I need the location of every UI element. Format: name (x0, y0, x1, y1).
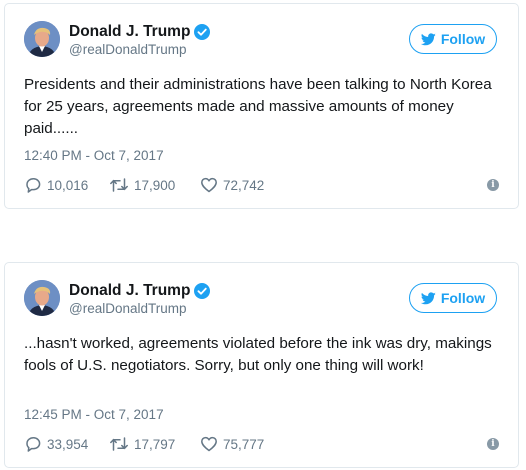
retweet-button[interactable]: 17,797 (109, 435, 175, 453)
timestamp[interactable]: 12:45 PM - Oct 7, 2017 (24, 407, 164, 422)
tweet-text: Presidents and their administrations hav… (24, 76, 492, 137)
reply-icon (26, 178, 41, 193)
author-block: Donald J. Trump @realDonaldTrump (69, 281, 211, 318)
retweet-count: 17,797 (134, 436, 176, 452)
twitter-bird-icon (420, 291, 436, 305)
retweet-icon (110, 178, 128, 192)
verified-badge-icon (194, 23, 211, 40)
like-count: 75,777 (223, 436, 265, 452)
verified-badge-icon (194, 282, 211, 299)
reply-count: 10,016 (47, 177, 89, 193)
user-handle[interactable]: @realDonaldTrump (69, 41, 210, 59)
retweet-icon (110, 437, 128, 451)
follow-label: Follow (440, 31, 486, 47)
reply-button[interactable]: 33,954 (24, 435, 88, 453)
follow-label: Follow (440, 290, 486, 306)
reply-icon (26, 437, 41, 452)
like-button[interactable]: 72,742 (200, 176, 264, 194)
avatar[interactable] (24, 280, 60, 316)
heart-icon (201, 177, 217, 193)
timestamp[interactable]: 12:40 PM - Oct 7, 2017 (24, 148, 164, 163)
retweet-count: 17,900 (134, 177, 176, 193)
like-button[interactable]: 75,777 (200, 435, 264, 453)
info-icon[interactable]: i (487, 438, 499, 450)
reply-count: 33,954 (47, 436, 89, 452)
tweet-text: ...hasn't worked, agreements violated be… (24, 335, 492, 374)
info-icon[interactable]: i (487, 179, 499, 191)
tweet-card: Donald J. Trump @realDonaldTrump Follow … (4, 3, 519, 209)
retweet-button[interactable]: 17,900 (109, 176, 175, 194)
like-count: 72,742 (223, 177, 265, 193)
display-name[interactable]: Donald J. Trump (69, 281, 190, 300)
reply-button[interactable]: 10,016 (24, 176, 88, 194)
follow-button[interactable]: Follow (409, 283, 497, 313)
avatar[interactable] (24, 21, 60, 57)
follow-button[interactable]: Follow (409, 24, 497, 54)
tweet-actions: 33,954 17,797 75,777 i (24, 435, 499, 455)
user-handle[interactable]: @realDonaldTrump (69, 300, 210, 318)
twitter-bird-icon (420, 32, 436, 46)
tweet-card: Donald J. Trump @realDonaldTrump Follow … (4, 262, 519, 468)
tweet-actions: 10,016 17,900 72,742 i (24, 176, 499, 196)
display-name[interactable]: Donald J. Trump (69, 22, 190, 41)
heart-icon (201, 436, 217, 452)
author-block: Donald J. Trump @realDonaldTrump (69, 22, 211, 59)
